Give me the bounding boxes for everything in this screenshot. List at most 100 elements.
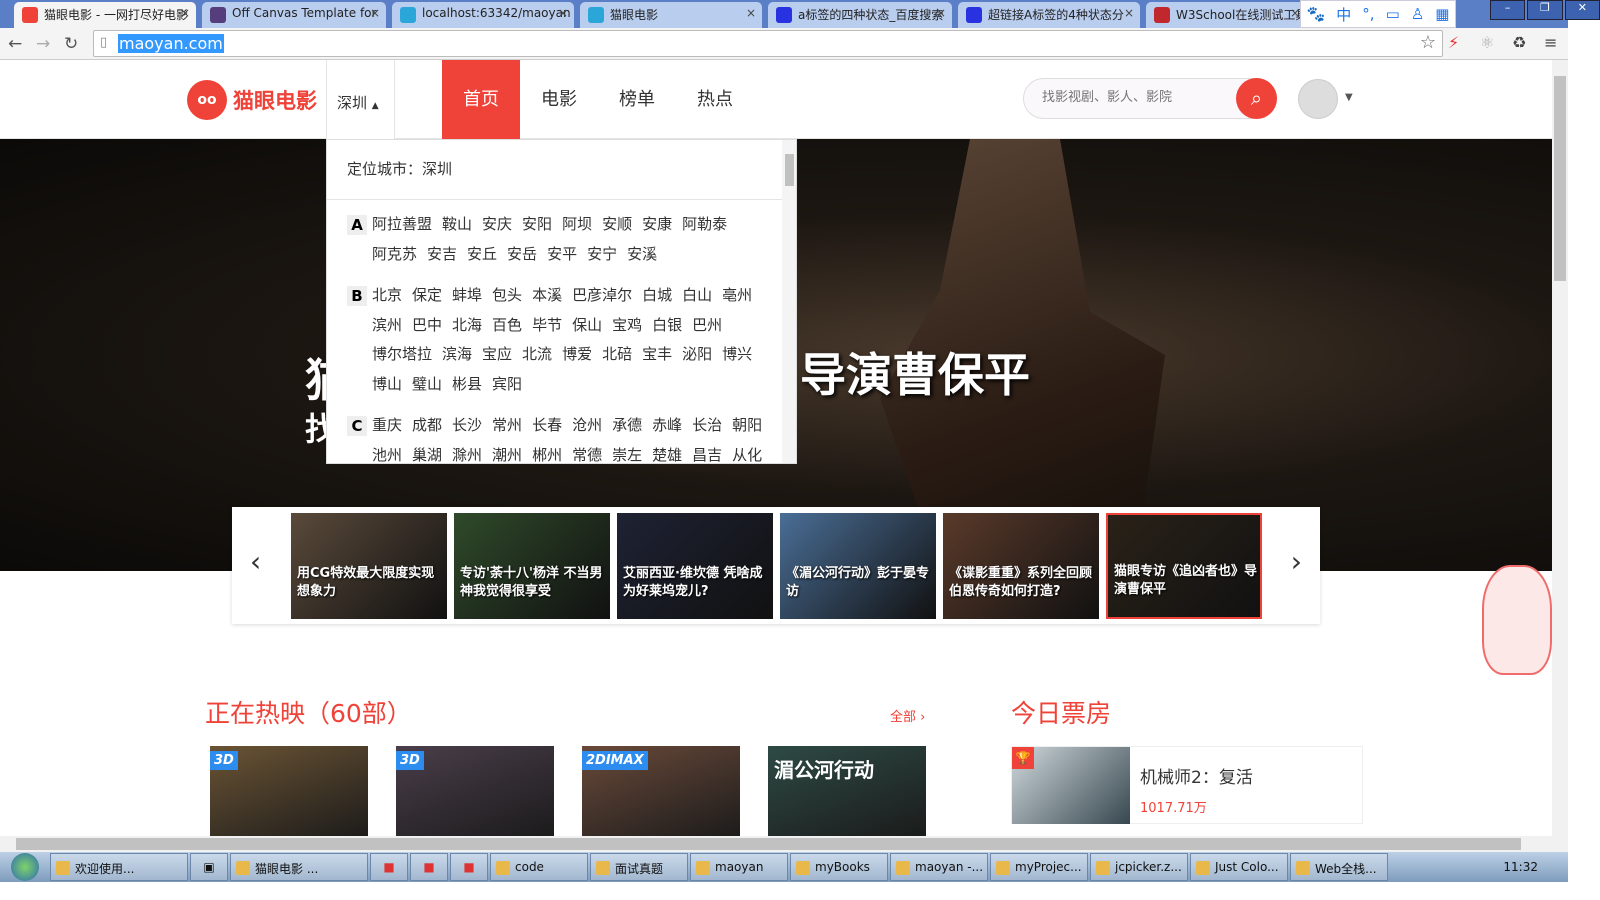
taskbar-item[interactable]: maoyan — [690, 853, 788, 881]
city-link[interactable]: 博爱 — [562, 340, 592, 370]
browser-tab[interactable]: 超链接A标签的4种状态分 × — [958, 2, 1140, 28]
bookmark-star-icon[interactable]: ☆ — [1420, 32, 1436, 53]
taskbar-item[interactable]: 猫眼电影 ... — [230, 853, 368, 881]
scrollbar-thumb[interactable] — [785, 154, 794, 186]
city-link[interactable]: 巴中 — [412, 311, 442, 341]
movie-poster[interactable]: 湄公河行动 — [768, 746, 926, 836]
ime-button[interactable]: ▦ — [1435, 5, 1449, 23]
taskbar-item[interactable]: 面试真题 — [590, 853, 688, 881]
taskbar-icon[interactable]: ▣ — [190, 853, 228, 881]
city-link[interactable]: 保山 — [572, 311, 602, 341]
city-link[interactable]: 北海 — [452, 311, 482, 341]
city-link[interactable]: 彬县 — [452, 370, 482, 400]
user-avatar[interactable] — [1298, 79, 1338, 119]
city-link[interactable]: 安吉 — [427, 240, 457, 270]
city-link[interactable]: 巢湖 — [412, 441, 442, 464]
ime-button[interactable]: ♙ — [1411, 5, 1424, 23]
city-link[interactable]: 安宁 — [587, 240, 617, 270]
url-text[interactable]: maoyan.com — [118, 34, 224, 53]
city-link[interactable]: 宝丰 — [642, 340, 672, 370]
browser-tab[interactable]: 猫眼电影 × — [580, 2, 762, 28]
clock[interactable]: 11:32 — [1503, 860, 1568, 874]
city-link[interactable]: 博山 — [372, 370, 402, 400]
caret-down-icon[interactable]: ▼ — [1345, 92, 1353, 103]
city-link[interactable]: 安阳 — [522, 210, 552, 240]
browser-tab[interactable]: W3School在线测试工具 × — [1146, 2, 1306, 28]
search-input[interactable] — [1042, 90, 1232, 105]
city-link[interactable]: 崇左 — [612, 441, 642, 464]
menu-icon[interactable]: ≡ — [1544, 33, 1557, 52]
city-link[interactable]: 楚雄 — [652, 441, 682, 464]
city-link[interactable]: 白城 — [642, 281, 672, 311]
ime-button[interactable]: ▭ — [1386, 5, 1400, 23]
city-link[interactable]: 承德 — [612, 411, 642, 441]
city-link[interactable]: 常德 — [572, 441, 602, 464]
tab-close-icon[interactable]: × — [1124, 6, 1134, 20]
city-link[interactable]: 池州 — [372, 441, 402, 464]
city-link[interactable]: 宝应 — [482, 340, 512, 370]
city-link[interactable]: 滁州 — [452, 441, 482, 464]
tab-close-icon[interactable]: × — [370, 6, 380, 20]
taskbar-item[interactable]: myBooks — [790, 853, 888, 881]
dropdown-scrollbar[interactable] — [782, 140, 796, 463]
city-link[interactable]: 昌吉 — [692, 441, 722, 464]
city-link[interactable]: 安康 — [642, 210, 672, 240]
carousel-slide[interactable]: 艾丽西亚·维坎德 凭啥成为好莱坞宠儿? — [617, 513, 773, 619]
city-link[interactable]: 宾阳 — [492, 370, 522, 400]
browser-tab[interactable]: localhost:63342/maoyan × — [392, 2, 574, 28]
city-link[interactable]: 安丘 — [467, 240, 497, 270]
carousel-slide[interactable]: 《湄公河行动》彭于晏专访 — [780, 513, 936, 619]
back-icon[interactable]: ← — [8, 34, 22, 54]
tab-close-icon[interactable]: × — [558, 6, 568, 20]
city-link[interactable]: 泌阳 — [682, 340, 712, 370]
carousel-next-button[interactable]: › — [1291, 545, 1302, 578]
ime-button[interactable]: 中 — [1336, 4, 1351, 25]
tab-close-icon[interactable]: × — [936, 6, 946, 20]
city-link[interactable]: 安溪 — [627, 240, 657, 270]
city-link[interactable]: 滨州 — [372, 311, 402, 341]
address-bar[interactable]: ▯ maoyan.com ☆ — [93, 30, 1443, 57]
city-link[interactable]: 宝鸡 — [612, 311, 642, 341]
carousel-slide[interactable]: 用CG特效最大限度实现想象力 — [291, 513, 447, 619]
city-link[interactable]: 本溪 — [532, 281, 562, 311]
nav-home[interactable]: 首页 — [442, 60, 520, 139]
city-link[interactable]: 白银 — [652, 311, 682, 341]
see-all-link[interactable]: 全部 › — [890, 706, 925, 725]
nav-hot[interactable]: 热点 — [676, 60, 754, 139]
close-window-button[interactable]: ✕ — [1564, 0, 1600, 20]
city-link[interactable]: 白山 — [682, 281, 712, 311]
city-link[interactable]: 沧州 — [572, 411, 602, 441]
taskbar-item[interactable]: maoyan -... — [890, 853, 988, 881]
qq-icon[interactable]: ■ — [370, 853, 408, 881]
reload-icon[interactable]: ↻ — [64, 34, 78, 54]
cat-mascot[interactable] — [1482, 565, 1552, 675]
city-link[interactable]: 阿坝 — [562, 210, 592, 240]
city-link[interactable]: 常州 — [492, 411, 522, 441]
recycle-icon[interactable]: ♻ — [1512, 33, 1526, 52]
minimize-button[interactable]: – — [1490, 0, 1526, 20]
taobao-icon[interactable]: ■ — [410, 853, 448, 881]
tab-close-icon[interactable]: × — [1290, 6, 1300, 20]
city-link[interactable]: 潮州 — [492, 441, 522, 464]
scrollbar-thumb[interactable] — [1554, 76, 1566, 281]
city-link[interactable]: 北京 — [372, 281, 402, 311]
taskbar-item[interactable]: Web全栈... — [1290, 853, 1388, 881]
extension-icon[interactable]: ⚡ — [1448, 33, 1459, 52]
movie-poster[interactable]: 2DIMAX — [582, 746, 740, 836]
taskbar-item[interactable]: Just Colo... — [1190, 853, 1288, 881]
movie-poster[interactable]: 3D — [210, 746, 368, 836]
city-link[interactable]: 巴彦淖尔 — [572, 281, 632, 311]
search-button[interactable]: ⌕ — [1236, 78, 1277, 119]
city-selector[interactable]: 深圳 ▲ — [326, 60, 395, 139]
city-link[interactable]: 毕节 — [532, 311, 562, 341]
taskbar-item[interactable]: code — [490, 853, 588, 881]
taskbar-item[interactable]: jcpicker.z... — [1090, 853, 1188, 881]
ime-button[interactable]: °, — [1362, 5, 1374, 23]
tab-close-icon[interactable]: × — [746, 6, 756, 20]
forward-icon[interactable]: → — [36, 34, 50, 54]
taskbar-item[interactable]: myProjec... — [990, 853, 1088, 881]
carousel-slide[interactable]: 《谍影重重》系列全回顾 伯恩传奇如何打造? — [943, 513, 1099, 619]
tab-close-icon[interactable]: × — [180, 6, 190, 20]
start-button[interactable] — [0, 852, 50, 882]
maximize-button[interactable]: ❐ — [1527, 0, 1563, 20]
